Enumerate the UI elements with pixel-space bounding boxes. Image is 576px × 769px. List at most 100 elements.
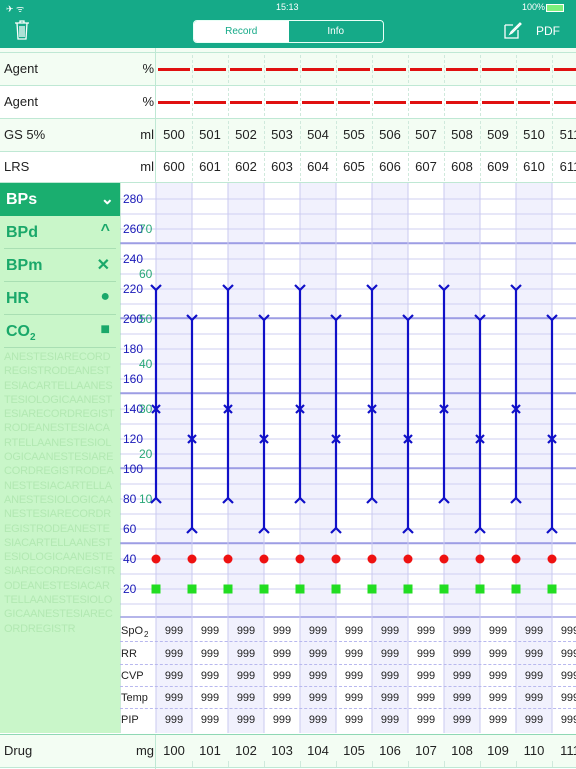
vital-cell[interactable]: 999 <box>192 625 228 637</box>
vital-cell[interactable]: 999 <box>408 714 444 726</box>
drug-cell[interactable]: 107 <box>408 743 444 758</box>
hr-marker[interactable] <box>511 554 521 564</box>
vital-cell[interactable]: 999 <box>300 670 336 682</box>
hr-marker[interactable] <box>367 554 377 564</box>
vital-cell[interactable]: 999 <box>156 670 192 682</box>
vital-cell[interactable]: 999 <box>300 648 336 660</box>
legend-item-bpm[interactable]: BPm ✕ <box>4 249 116 282</box>
hr-marker[interactable] <box>151 554 161 564</box>
vital-cell[interactable]: 999 <box>228 692 264 704</box>
drug-cell[interactable]: 110 <box>516 743 552 758</box>
hr-marker[interactable] <box>223 554 233 564</box>
drug-cell[interactable]: 104 <box>300 743 336 758</box>
vital-cell[interactable]: 999 <box>336 670 372 682</box>
vital-cell[interactable]: 999 <box>516 648 552 660</box>
co2-marker[interactable] <box>475 584 485 594</box>
vital-cell[interactable]: 999 <box>408 625 444 637</box>
vital-cell[interactable]: 999 <box>300 692 336 704</box>
vital-cell[interactable]: 999 <box>480 670 516 682</box>
vital-cell[interactable]: 999 <box>444 670 480 682</box>
vital-cell[interactable]: 999 <box>480 648 516 660</box>
vital-cell[interactable]: 999 <box>264 692 300 704</box>
vital-cell[interactable]: 999 <box>372 625 408 637</box>
co2-marker[interactable] <box>187 584 197 594</box>
co2-marker[interactable] <box>151 584 161 594</box>
vital-cell[interactable]: 999 <box>408 670 444 682</box>
vital-cell[interactable]: 999 <box>516 625 552 637</box>
co2-marker[interactable] <box>223 584 233 594</box>
co2-marker[interactable] <box>259 584 269 594</box>
vital-cell[interactable]: 999 <box>300 625 336 637</box>
vital-cell[interactable]: 999 <box>552 670 576 682</box>
vital-cell[interactable]: 999 <box>552 714 576 726</box>
hr-marker[interactable] <box>259 554 269 564</box>
vital-cell[interactable]: 999 <box>156 692 192 704</box>
vital-cell[interactable]: 999 <box>228 648 264 660</box>
drug-row[interactable]: Drug mg 100 101 102 103 104 105 106 107 108 109 11… <box>0 734 576 769</box>
hr-marker[interactable] <box>331 554 341 564</box>
co2-marker[interactable] <box>367 584 377 594</box>
drug-cell[interactable]: 101 <box>192 743 228 758</box>
co2-marker[interactable] <box>511 584 521 594</box>
vital-cell[interactable]: 999 <box>516 692 552 704</box>
drug-cell[interactable]: 109 <box>480 743 516 758</box>
legend-item-bps[interactable]: BPs ⌄ <box>0 183 120 216</box>
vital-cell[interactable]: 999 <box>372 692 408 704</box>
vital-cell[interactable]: 999 <box>192 714 228 726</box>
vital-cell[interactable]: 999 <box>336 625 372 637</box>
drug-cell[interactable]: 100 <box>156 743 192 758</box>
hr-marker[interactable] <box>475 554 485 564</box>
vital-row-temp[interactable]: Temp999999999999999999999999999999999999 <box>120 687 576 709</box>
vital-cell[interactable]: 999 <box>300 714 336 726</box>
drug-cell[interactable]: 102 <box>228 743 264 758</box>
vital-cell[interactable]: 999 <box>264 625 300 637</box>
vital-cell[interactable]: 999 <box>552 692 576 704</box>
hr-marker[interactable] <box>547 554 557 564</box>
vital-cell[interactable]: 999 <box>444 692 480 704</box>
vital-cell[interactable]: 999 <box>264 648 300 660</box>
drug-cell[interactable]: 103 <box>264 743 300 758</box>
vital-cell[interactable]: 999 <box>192 692 228 704</box>
hr-marker[interactable] <box>439 554 449 564</box>
legend-item-hr[interactable]: HR ● <box>4 282 116 315</box>
vital-cell[interactable]: 999 <box>408 648 444 660</box>
vital-cell[interactable]: 999 <box>156 714 192 726</box>
vital-row-cvp[interactable]: CVP999999999999999999999999999999999999 <box>120 665 576 687</box>
legend-item-co[interactable]: CO2 ■ <box>4 315 116 348</box>
vital-cell[interactable]: 999 <box>444 648 480 660</box>
vital-cell[interactable]: 999 <box>372 648 408 660</box>
drug-cell[interactable]: 111 <box>552 743 576 758</box>
drug-cell[interactable]: 105 <box>336 743 372 758</box>
vital-cell[interactable]: 999 <box>444 625 480 637</box>
co2-marker[interactable] <box>403 584 413 594</box>
vital-cell[interactable]: 999 <box>228 625 264 637</box>
vital-row-spo[interactable]: SpO2999999999999999999999999999999999999 <box>120 620 576 642</box>
hr-marker[interactable] <box>295 554 305 564</box>
vital-cell[interactable]: 999 <box>192 670 228 682</box>
vital-cell[interactable]: 999 <box>336 692 372 704</box>
vital-cell[interactable]: 999 <box>480 692 516 704</box>
vital-cell[interactable]: 999 <box>516 670 552 682</box>
co2-marker[interactable] <box>547 584 557 594</box>
vital-cell[interactable]: 999 <box>480 714 516 726</box>
vital-cell[interactable]: 999 <box>228 670 264 682</box>
vital-cell[interactable]: 999 <box>372 714 408 726</box>
vital-cell[interactable]: 999 <box>228 714 264 726</box>
vital-row-rr[interactable]: RR999999999999999999999999999999999999 <box>120 643 576 665</box>
drug-cell[interactable]: 106 <box>372 743 408 758</box>
vital-cell[interactable]: 999 <box>336 714 372 726</box>
vital-cell[interactable]: 999 <box>552 648 576 660</box>
vital-cell[interactable]: 999 <box>156 648 192 660</box>
vital-cell[interactable]: 999 <box>372 670 408 682</box>
vital-row-pip[interactable]: PIP999999999999999999999999999999999999 <box>120 709 576 731</box>
vital-cell[interactable]: 999 <box>516 714 552 726</box>
vital-cell[interactable]: 999 <box>480 625 516 637</box>
co2-marker[interactable] <box>331 584 341 594</box>
legend-item-bpd[interactable]: BPd ^ <box>4 216 116 249</box>
vital-cell[interactable]: 999 <box>264 670 300 682</box>
hr-marker[interactable] <box>403 554 413 564</box>
co2-marker[interactable] <box>295 584 305 594</box>
vital-cell[interactable]: 999 <box>552 625 576 637</box>
vital-cell[interactable]: 999 <box>336 648 372 660</box>
drug-cell[interactable]: 108 <box>444 743 480 758</box>
